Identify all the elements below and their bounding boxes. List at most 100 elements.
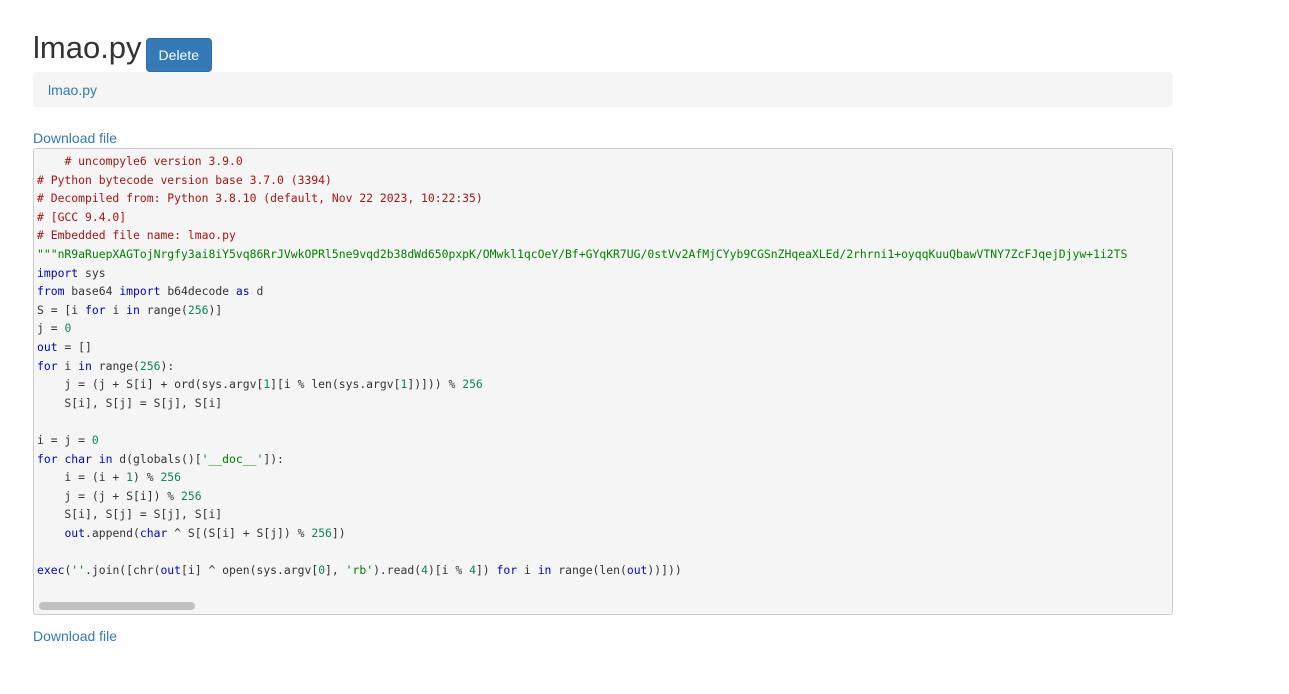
code-token: S[i], S[j] = S[j], S[i]: [37, 507, 223, 522]
code-token: from: [37, 284, 65, 299]
code-line: out = []: [37, 338, 1169, 357]
code-token: base64: [64, 284, 120, 299]
code-token: for: [37, 358, 58, 373]
code-token: ).read(: [373, 563, 422, 578]
code-token: b64decode: [160, 284, 236, 299]
code-line: j = 0: [37, 319, 1169, 338]
code-token: # Embedded file name: lmao.py: [37, 228, 236, 243]
code-line: # [GCC 9.4.0]: [37, 208, 1169, 227]
code-token: 256: [187, 302, 209, 317]
download-file-link-top[interactable]: Download file: [33, 130, 117, 146]
code-token: 1: [126, 470, 134, 485]
code-token: sys: [78, 265, 106, 280]
code-token: ]): [331, 525, 346, 540]
code-line: # Embedded file name: lmao.py: [37, 226, 1169, 245]
code-token: 0: [64, 321, 72, 336]
code-token: d(globals()[: [112, 451, 202, 466]
code-token: .append(: [85, 525, 140, 540]
code-token: '__doc__': [201, 451, 264, 466]
code-line: for char in d(globals()['__doc__']):: [37, 450, 1169, 469]
code-token: ])])) %: [407, 377, 463, 392]
code-token: )[i %: [427, 563, 470, 578]
code-token: 256: [139, 358, 161, 373]
code-token: # uncompyle6 version 3.9.0: [64, 154, 243, 168]
code-token: range(len(: [551, 563, 627, 578]
code-token: '': [71, 563, 86, 578]
breadcrumb-file-link[interactable]: lmao.py: [48, 82, 97, 98]
delete-button[interactable]: Delete: [145, 38, 213, 72]
code-line: exec(''.join([chr(out[i] ^ open(sys.argv…: [37, 561, 1169, 580]
code-token: i = (i +: [37, 470, 127, 485]
code-token: out: [37, 339, 58, 354]
code-token: ))])): [647, 563, 682, 578]
download-file-link-bottom[interactable]: Download file: [33, 628, 117, 644]
code-line: i = j = 0: [37, 431, 1169, 450]
code-token: ^ S[(S[i] + S[j]) %: [167, 525, 312, 540]
code-token: ):: [160, 358, 175, 373]
code-token: for: [37, 451, 58, 466]
code-token: 4: [421, 563, 428, 578]
code-line: # Decompiled from: Python 3.8.10 (defaul…: [37, 189, 1169, 208]
code-token: ) %: [133, 470, 161, 485]
code-token: 4: [469, 563, 476, 578]
code-token: i = j =: [37, 432, 92, 447]
code-token: out: [64, 525, 86, 540]
code-token: for: [496, 563, 518, 578]
code-token: # Python bytecode version base 3.7.0 (33…: [37, 172, 332, 187]
code-token: )]: [208, 302, 223, 317]
title-row: lmao.py Delete: [33, 30, 213, 72]
code-token: as: [235, 284, 250, 299]
code-token: ]):: [263, 451, 284, 466]
code-token: """nR9aRuepXAGTojNrgfy3ai8iY5vq86RrJVwkO…: [37, 246, 1128, 261]
code-line: for i in range(256):: [37, 357, 1169, 376]
code-token: j = (j + S[i]) %: [37, 488, 182, 503]
code-token: ]): [475, 563, 497, 578]
code-token: 256: [181, 488, 202, 503]
breadcrumb: lmao.py: [33, 72, 1173, 107]
code-token: d: [249, 284, 264, 299]
code-line: i = (i + 1) % 256: [37, 468, 1169, 487]
code-token: j =: [37, 321, 65, 336]
code-token: 'rb': [345, 563, 374, 578]
code-token: 256: [160, 470, 182, 485]
code-block: # uncompyle6 version 3.9.0 # Python bytec…: [34, 149, 1172, 580]
code-line: import sys: [37, 264, 1169, 283]
code-token: S[i], S[j] = S[j], S[i]: [37, 395, 223, 410]
code-token: 256: [311, 525, 332, 540]
code-token: char: [64, 451, 92, 466]
code-token: j = (j + S[i] + ord(sys.argv[: [37, 377, 264, 392]
code-token: 256: [462, 377, 483, 392]
code-line: """nR9aRuepXAGTojNrgfy3ai8iY5vq86RrJVwkO…: [37, 245, 1169, 264]
code-line: j = (j + S[i] + ord(sys.argv[1][i % len(…: [37, 375, 1169, 394]
code-viewer[interactable]: # uncompyle6 version 3.9.0 # Python bytec…: [33, 148, 1173, 615]
code-line: # Python bytecode version base 3.7.0 (33…: [37, 171, 1169, 190]
code-token: i: [517, 563, 538, 578]
code-token: out: [160, 563, 182, 578]
code-token: import: [37, 265, 79, 280]
code-token: in: [98, 451, 113, 466]
code-token: out: [626, 563, 648, 578]
code-token: [i] ^ open(sys.argv[: [181, 563, 319, 578]
horizontal-scrollbar[interactable]: [39, 602, 195, 610]
code-token: range(: [91, 358, 140, 373]
code-token: in: [537, 563, 552, 578]
code-token: # [GCC 9.4.0]: [37, 209, 127, 224]
code-token: # Decompiled from: Python 3.8.10 (defaul…: [37, 191, 483, 206]
code-token: 0: [91, 432, 99, 447]
code-token: i: [105, 302, 127, 317]
code-token: for: [85, 302, 106, 317]
code-token: in: [126, 302, 140, 317]
code-token: in: [78, 358, 92, 373]
code-line: from base64 import b64decode as d: [37, 282, 1169, 301]
code-token: range(: [139, 302, 188, 317]
code-token: char: [139, 525, 168, 540]
code-token: exec: [37, 563, 65, 578]
code-line: S[i], S[j] = S[j], S[i]: [37, 394, 1169, 413]
code-line: out.append(char ^ S[(S[i] + S[j]) % 256]…: [37, 524, 1169, 543]
code-token: = []: [57, 339, 92, 354]
